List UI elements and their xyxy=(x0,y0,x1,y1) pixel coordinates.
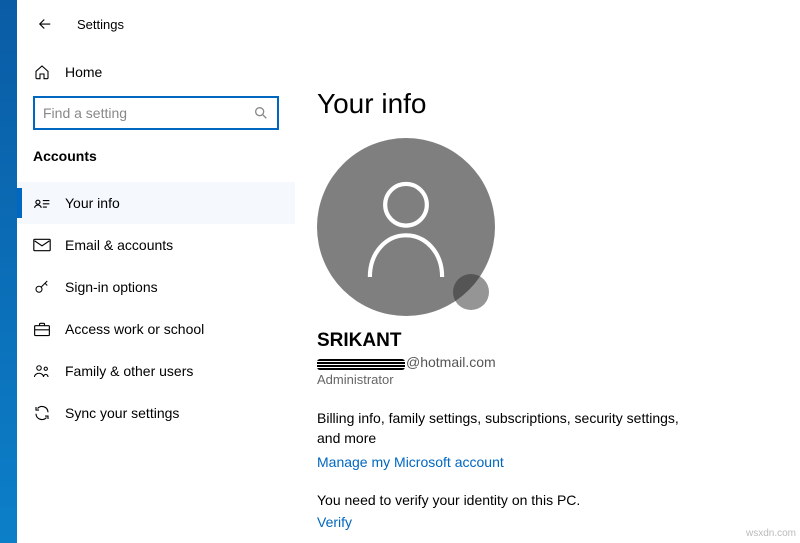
sidebar-item-label: Sign-in options xyxy=(65,279,158,295)
desktop-background-edge xyxy=(0,0,18,543)
redacted-text xyxy=(317,359,405,370)
sidebar-item-your-info[interactable]: Your info xyxy=(17,182,295,224)
sidebar-item-label: Access work or school xyxy=(65,321,204,337)
arrow-left-icon xyxy=(36,15,54,33)
username: SRIKANT xyxy=(317,330,778,352)
sidebar-item-family-users[interactable]: Family & other users xyxy=(17,350,295,392)
sync-icon xyxy=(33,404,51,422)
sidebar-item-label: Sync your settings xyxy=(65,405,179,421)
key-icon xyxy=(33,278,51,296)
back-button[interactable] xyxy=(33,12,57,36)
search-input[interactable] xyxy=(43,105,253,121)
sidebar-item-label: Your info xyxy=(65,195,120,211)
titlebar: Settings xyxy=(17,0,800,48)
verify-link[interactable]: Verify xyxy=(317,514,352,530)
sidebar-item-sync[interactable]: Sync your settings xyxy=(17,392,295,434)
nav-home-label: Home xyxy=(65,64,102,80)
verify-prompt: You need to verify your identity on this… xyxy=(317,492,778,508)
sidebar-item-label: Email & accounts xyxy=(65,237,173,253)
home-icon xyxy=(33,64,51,80)
people-icon xyxy=(33,362,51,380)
person-icon xyxy=(360,177,452,277)
account-role: Administrator xyxy=(317,372,778,387)
billing-description: Billing info, family settings, subscript… xyxy=(317,409,697,448)
settings-window: Settings Home Accounts Your info xyxy=(17,0,800,543)
briefcase-icon xyxy=(33,320,51,338)
sidebar-item-label: Family & other users xyxy=(65,363,193,379)
page-title: Your info xyxy=(317,88,778,120)
watermark: wsxdn.com xyxy=(746,528,796,539)
account-email: @hotmail.com xyxy=(317,354,778,370)
window-title: Settings xyxy=(77,17,124,32)
content-area: Your info SRIKANT @hotmail.com Administr… xyxy=(295,48,800,543)
sidebar-section-header: Accounts xyxy=(17,142,295,182)
search-field[interactable] xyxy=(33,96,279,130)
sidebar-item-signin-options[interactable]: Sign-in options xyxy=(17,266,295,308)
avatar xyxy=(317,138,495,316)
search-icon xyxy=(253,105,269,121)
sidebar: Home Accounts Your info Email & ac xyxy=(17,48,295,543)
manage-account-link[interactable]: Manage my Microsoft account xyxy=(317,454,504,470)
person-card-icon xyxy=(33,194,51,212)
sidebar-item-email-accounts[interactable]: Email & accounts xyxy=(17,224,295,266)
sidebar-item-work-school[interactable]: Access work or school xyxy=(17,308,295,350)
mail-icon xyxy=(33,236,51,254)
email-domain: @hotmail.com xyxy=(406,354,496,370)
nav-home[interactable]: Home xyxy=(17,52,295,92)
